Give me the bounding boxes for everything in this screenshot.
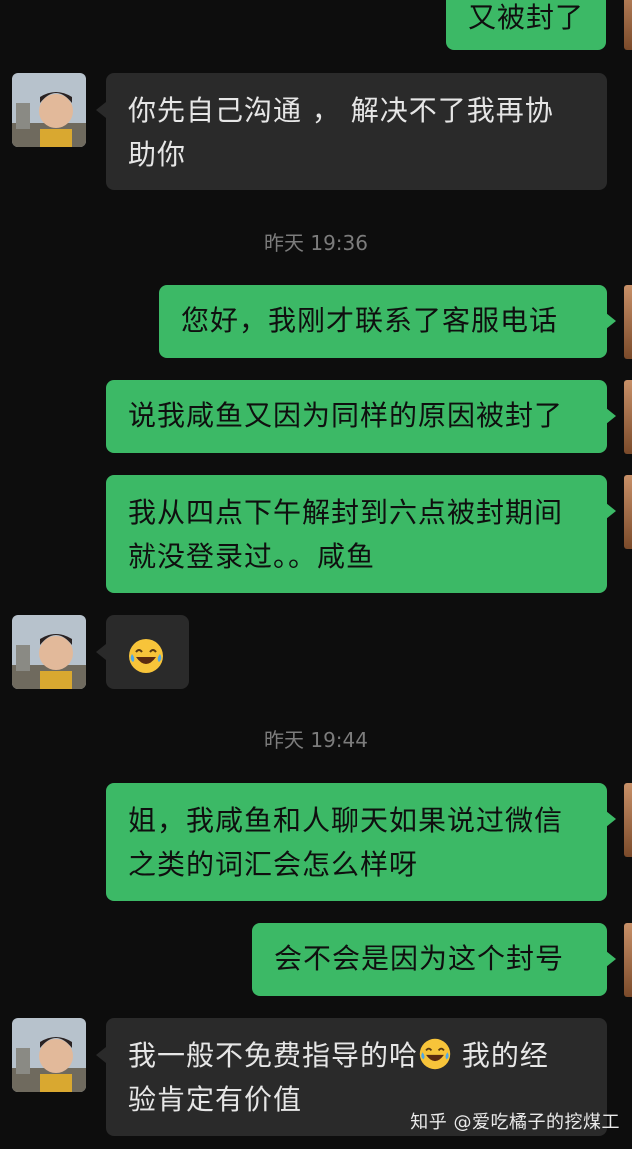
message-text: 会不会是因为这个封号 xyxy=(274,942,565,975)
bubble-tail xyxy=(606,503,616,519)
outgoing-message[interactable]: 说我咸鱼又因为同样的原因被封了 xyxy=(106,380,607,453)
bubble-tail xyxy=(606,408,616,424)
incoming-message[interactable] xyxy=(106,615,189,689)
self-avatar[interactable] xyxy=(624,380,632,454)
message-text-line: 姐，我咸鱼和人聊天如果说过微信 xyxy=(128,804,564,837)
timestamp: 昨天 19:36 xyxy=(264,231,368,255)
tears-of-joy-emoji xyxy=(419,1038,451,1070)
incoming-message[interactable]: 你先自己沟通 ， 解决不了我再协 助你 xyxy=(106,73,607,190)
message-text-line: 之类的词汇会怎么样呀 xyxy=(128,848,419,881)
contact-avatar[interactable] xyxy=(12,615,86,689)
self-avatar[interactable] xyxy=(624,0,632,50)
bubble-tail xyxy=(96,102,106,118)
bubble-tail xyxy=(606,313,616,329)
self-avatar[interactable] xyxy=(624,783,632,857)
message-text-line: 我从四点下午解封到六点被封期间 xyxy=(128,496,564,529)
outgoing-message[interactable]: 您好，我刚才联系了客服电话 xyxy=(159,285,607,358)
outgoing-message[interactable]: 会不会是因为这个封号 xyxy=(252,923,607,996)
self-avatar[interactable] xyxy=(624,285,632,359)
bubble-tail xyxy=(606,811,616,827)
message-text: 说我咸鱼又因为同样的原因被封了 xyxy=(128,399,564,432)
zhihu-watermark: 知乎 @爱吃橘子的挖煤工 xyxy=(410,1112,620,1133)
tears-of-joy-emoji xyxy=(129,639,163,673)
contact-avatar[interactable] xyxy=(12,1018,86,1092)
self-avatar[interactable] xyxy=(624,475,632,549)
outgoing-message[interactable]: 又被封了 xyxy=(445,0,606,50)
outgoing-message[interactable]: 姐，我咸鱼和人聊天如果说过微信 之类的词汇会怎么样呀 xyxy=(106,783,607,901)
message-text: 又被封了 xyxy=(467,1,584,34)
self-avatar[interactable] xyxy=(624,923,632,997)
bubble-tail xyxy=(606,951,616,967)
contact-avatar[interactable] xyxy=(12,73,86,147)
bubble-tail xyxy=(96,1047,106,1063)
message-text-line: 你先自己沟通 ， 解决不了我再协 xyxy=(128,94,554,127)
message-text-line: 助你 xyxy=(128,138,187,171)
bubble-tail xyxy=(96,644,106,660)
message-text-line: 我一般不免费指导的哈 我的经 xyxy=(128,1038,549,1072)
outgoing-message[interactable]: 我从四点下午解封到六点被封期间 就没登录过。。咸鱼 xyxy=(106,475,607,593)
timestamp: 昨天 19:44 xyxy=(264,728,368,752)
message-text: 您好，我刚才联系了客服电话 xyxy=(181,304,559,337)
message-text-line: 就没登录过。。咸鱼 xyxy=(128,540,376,573)
